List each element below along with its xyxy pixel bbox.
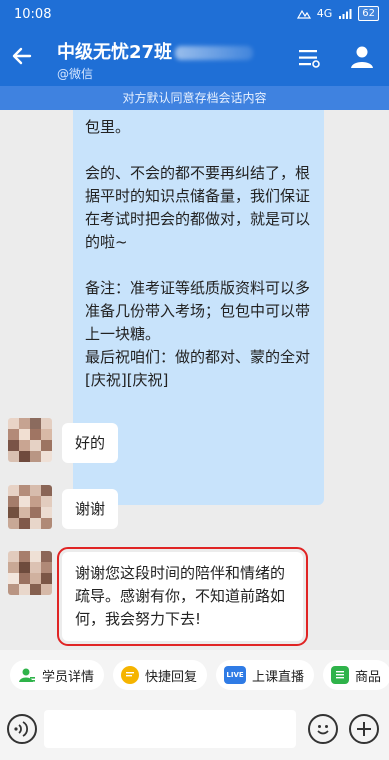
message-input[interactable] [44, 710, 296, 748]
product-button[interactable]: 商品 [323, 660, 389, 690]
chat-header: 中级无忧27班 @微信 [0, 30, 389, 86]
message-text: 谢谢您这段时间的陪伴和情绪的疏导。感谢有你，不知道前路如何，我会努力下去! [75, 564, 286, 628]
emoji-icon[interactable] [308, 714, 338, 744]
back-arrow-icon[interactable] [8, 42, 36, 70]
student-details-button[interactable]: 学员详情 [10, 660, 105, 690]
message-text: 谢谢 [75, 500, 106, 518]
signal-icon [339, 8, 352, 19]
chat-title: 中级无忧27班 [57, 38, 254, 64]
product-icon [331, 666, 350, 684]
message-text: 好的 [75, 434, 106, 452]
incoming-message-bubble[interactable]: 好的 [62, 423, 119, 463]
avatar[interactable] [8, 485, 52, 529]
message-paragraph: 包里。 [85, 118, 131, 136]
notification-icon [296, 9, 311, 19]
voice-input-icon[interactable] [7, 714, 37, 744]
chat-subtitle: @微信 [57, 67, 94, 81]
chip-label: 商品 [355, 669, 382, 685]
incoming-message-bubble[interactable]: 谢谢 [62, 489, 119, 529]
quick-reply-button[interactable]: 快捷回复 [113, 660, 208, 690]
archive-notice: 对方默认同意存档会话内容 [0, 86, 389, 110]
avatar[interactable] [8, 551, 52, 595]
chat-area[interactable]: 包里。 会的、不会的都不要再纠结了，根据平时的知识点储备量，我们保证在考试时把会… [0, 110, 389, 650]
chip-label: 上课直播 [252, 669, 305, 685]
status-bar: 10:08 4G 62 [0, 0, 389, 30]
message-paragraph: 最后祝咱们：做的都对、蒙的全对[庆祝][庆祝] [85, 348, 311, 389]
highlighted-message-bubble[interactable]: 谢谢您这段时间的陪伴和情绪的疏导。感谢有你，不知道前路如何，我会努力下去! [57, 547, 308, 646]
settings-menu-icon[interactable] [297, 46, 321, 70]
live-class-button[interactable]: LIVE 上课直播 [216, 660, 315, 690]
message-paragraph: 备注：准考证等纸质版资料可以多准备几份带入考场；包包中可以带上一块糖。 [85, 279, 311, 343]
chip-label: 快捷回复 [145, 669, 198, 685]
chip-label: 学员详情 [42, 669, 95, 685]
contact-profile-icon[interactable] [349, 44, 375, 70]
message-paragraph: 会的、不会的都不要再纠结了，根据平时的知识点储备量，我们保证在考试时把会的都做对… [85, 164, 311, 251]
network-label: 4G [316, 7, 333, 20]
chat-title-text: 中级无忧27班 [57, 42, 173, 63]
avatar[interactable] [8, 418, 52, 462]
message-input-bar [0, 700, 389, 760]
quick-action-bar: 学员详情 快捷回复 LIVE 上课直播 商品 [0, 650, 389, 700]
person-icon [18, 666, 36, 684]
status-icons: 4G 62 [296, 6, 379, 21]
more-options-icon[interactable] [349, 714, 379, 744]
status-time: 10:08 [14, 7, 52, 22]
battery-indicator: 62 [358, 6, 379, 21]
chat-icon [121, 666, 140, 684]
redacted-name [175, 46, 254, 60]
live-icon: LIVE [224, 666, 247, 684]
